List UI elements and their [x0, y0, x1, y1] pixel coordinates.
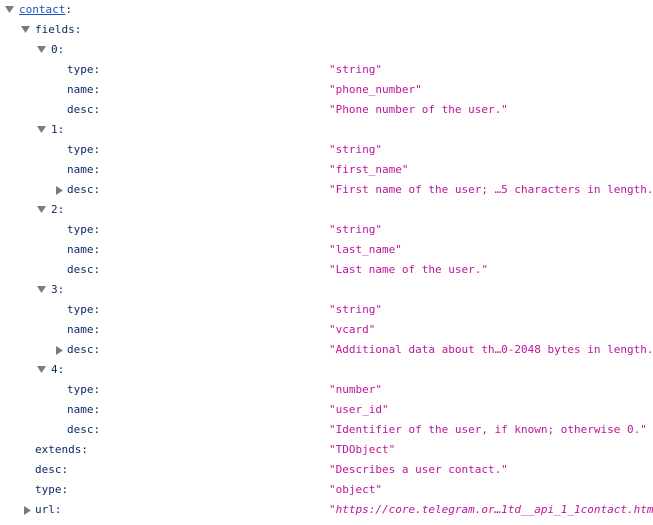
property-value-name: "user_id" — [329, 403, 389, 416]
tree-row-type: type: "string" — [0, 140, 653, 160]
property-value-name: "phone_number" — [329, 83, 422, 96]
property-value-type: "string" — [329, 223, 382, 236]
field-index-key: 1 — [51, 123, 58, 136]
fields-key: fields — [35, 23, 75, 36]
tree-row-desc: desc: "Describes a user contact." — [0, 460, 653, 480]
property-value-name: "first_name" — [329, 163, 409, 176]
tree-row-type: type: "string" — [0, 60, 653, 80]
field-index-key: 0 — [51, 43, 58, 56]
property-key-type: type: — [67, 223, 101, 236]
property-key-type: type: — [67, 63, 101, 76]
tree-row-field-index-3[interactable]: 3: — [0, 280, 653, 300]
expand-arrow-icon[interactable] — [37, 120, 47, 140]
tree-row-desc: desc: "Last name of the user." — [0, 260, 653, 280]
expand-arrow-icon[interactable] — [37, 280, 47, 300]
tree-row-url-collapsed[interactable]: url: "https://core.telegram.or…1td__api_… — [0, 500, 653, 520]
property-value-url[interactable]: "https://core.telegram.or…1td__api_1_1co… — [329, 500, 653, 520]
property-value-type: "string" — [329, 143, 382, 156]
tree-row-field-index-2[interactable]: 2: — [0, 200, 653, 220]
property-key-extends: extends: — [35, 443, 88, 456]
property-value-desc: "Describes a user contact." — [329, 463, 508, 476]
collapse-arrow-icon[interactable] — [56, 180, 66, 200]
collapse-arrow-icon[interactable] — [24, 500, 34, 520]
field-index-key: 4 — [51, 363, 58, 376]
tree-row-type: type: "string" — [0, 220, 653, 240]
tree-row-desc-collapsed[interactable]: desc: "Additional data about th…0-2048 b… — [0, 340, 653, 360]
tree-row-type: type: "string" — [0, 300, 653, 320]
property-value-name: "vcard" — [329, 323, 376, 336]
tree-row-type: type: "number" — [0, 380, 653, 400]
property-key-type: type: — [67, 303, 101, 316]
tree-row-name: name: "vcard" — [0, 320, 653, 340]
root-key-colon: : — [65, 3, 72, 16]
property-value-desc: "Last name of the user." — [329, 263, 488, 276]
property-key-name: name: — [67, 163, 101, 176]
property-key-url: url: — [35, 503, 62, 516]
tree-row-field-index-0[interactable]: 0: — [0, 40, 653, 60]
property-value-desc: "First name of the user; …5 characters i… — [329, 183, 653, 196]
tree-row-name: name: "phone_number" — [0, 80, 653, 100]
property-value-type: "number" — [329, 383, 382, 396]
property-value-desc: "Additional data about th…0-2048 bytes i… — [329, 343, 653, 356]
property-value-type: "string" — [329, 63, 382, 76]
property-key-type: type: — [67, 383, 101, 396]
property-key-name: name: — [67, 83, 101, 96]
tree-row-field-index-1[interactable]: 1: — [0, 120, 653, 140]
expand-arrow-icon[interactable] — [21, 20, 31, 40]
tree-row-desc: desc: "Phone number of the user." — [0, 100, 653, 120]
property-key-desc: desc: — [67, 183, 101, 196]
property-key-name: name: — [67, 403, 101, 416]
property-key-type: type: — [67, 143, 101, 156]
expand-arrow-icon[interactable] — [37, 200, 47, 220]
property-value-name: "last_name" — [329, 243, 402, 256]
tree-row-fields[interactable]: fields: — [0, 20, 653, 40]
field-index-key: 2 — [51, 203, 58, 216]
tree-row-contact[interactable]: contact: — [0, 0, 653, 20]
tree-row-desc-collapsed[interactable]: desc: "First name of the user; …5 charac… — [0, 180, 653, 200]
property-value-type: "object" — [329, 483, 382, 496]
property-key-desc: desc: — [67, 423, 101, 436]
property-key-type: type: — [35, 483, 69, 496]
tree-row-name: name: "first_name" — [0, 160, 653, 180]
property-key-name: name: — [67, 243, 101, 256]
property-value-type: "string" — [329, 303, 382, 316]
property-key-desc: desc: — [67, 263, 101, 276]
root-key-link[interactable]: contact — [19, 3, 65, 16]
property-key-desc: desc: — [35, 463, 69, 476]
property-value-desc: "Identifier of the user, if known; other… — [329, 423, 647, 436]
tree-row-type: type: "object" — [0, 480, 653, 500]
property-key-name: name: — [67, 323, 101, 336]
property-value-extends: "TDObject" — [329, 443, 396, 456]
property-key-desc: desc: — [67, 103, 101, 116]
field-index-key: 3 — [51, 283, 58, 296]
tree-row-desc: desc: "Identifier of the user, if known;… — [0, 420, 653, 440]
property-key-desc: desc: — [67, 343, 101, 356]
tree-row-field-index-4[interactable]: 4: — [0, 360, 653, 380]
expand-arrow-icon[interactable] — [37, 360, 47, 380]
tree-row-name: name: "last_name" — [0, 240, 653, 260]
tree-row-extends: extends: "TDObject" — [0, 440, 653, 460]
property-value-desc: "Phone number of the user." — [329, 103, 508, 116]
expand-arrow-icon[interactable] — [5, 0, 15, 20]
expand-arrow-icon[interactable] — [37, 40, 47, 60]
collapse-arrow-icon[interactable] — [56, 340, 66, 360]
tree-row-name: name: "user_id" — [0, 400, 653, 420]
